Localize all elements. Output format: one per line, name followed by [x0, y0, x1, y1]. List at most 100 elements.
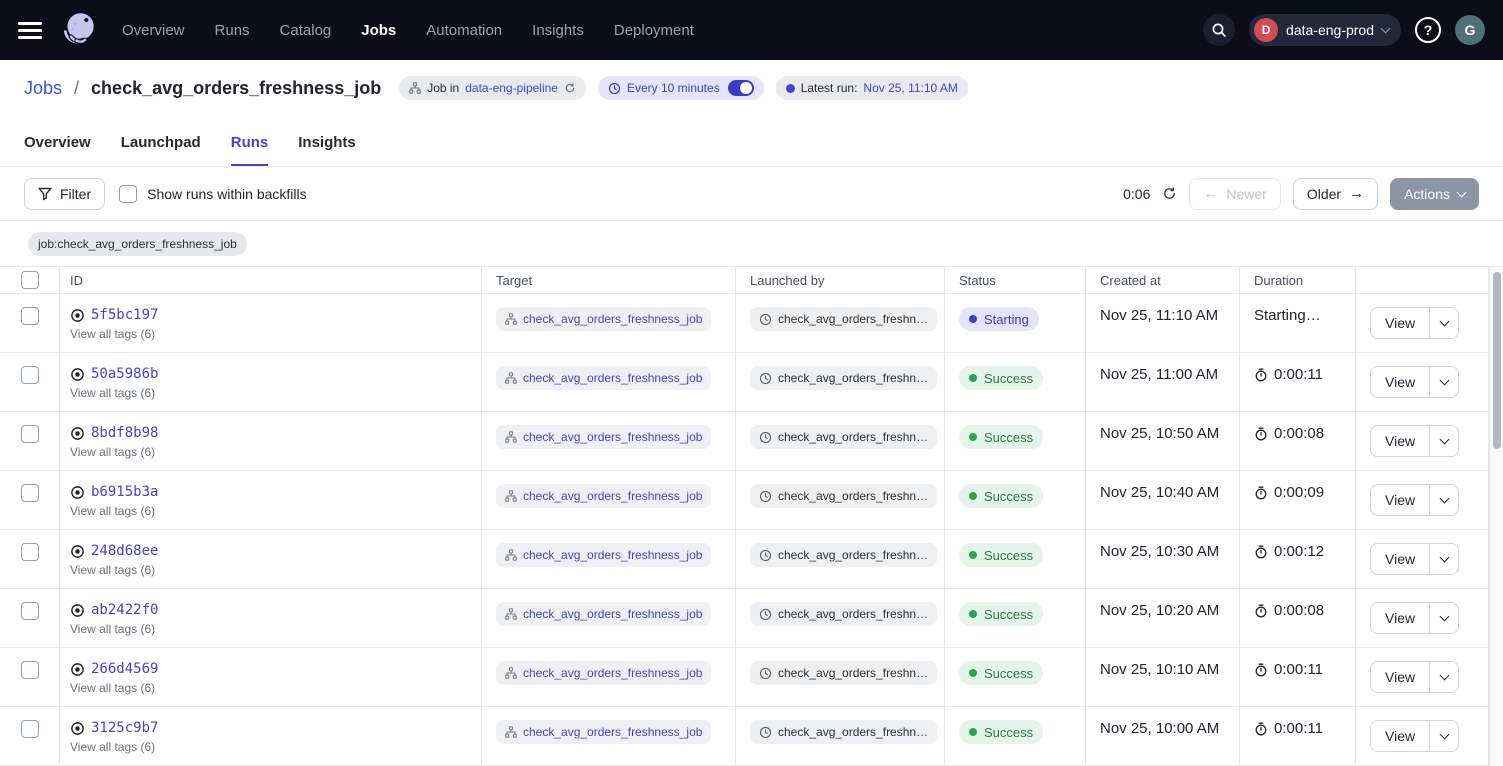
view-dropdown-button[interactable]: [1429, 426, 1458, 456]
filter-button[interactable]: Filter: [24, 178, 105, 210]
view-all-tags-link[interactable]: View all tags (6): [70, 740, 155, 754]
view-run-button[interactable]: View: [1371, 485, 1429, 515]
launched-by-pill[interactable]: check_avg_orders_freshn…: [750, 661, 937, 685]
view-all-tags-link[interactable]: View all tags (6): [70, 681, 155, 695]
run-id-link[interactable]: ab2422f0: [91, 602, 158, 618]
launched-by-pill[interactable]: check_avg_orders_freshn…: [750, 425, 937, 449]
search-icon[interactable]: [1203, 14, 1235, 46]
nav-item-jobs[interactable]: Jobs: [361, 22, 396, 39]
tab-overview[interactable]: Overview: [24, 116, 91, 166]
tab-insights[interactable]: Insights: [298, 116, 356, 166]
row-checkbox[interactable]: [21, 366, 39, 384]
refresh-icon[interactable]: [1162, 186, 1177, 201]
job-hierarchy-icon: [505, 313, 517, 325]
launched-by-pill[interactable]: check_avg_orders_freshn…: [750, 366, 937, 390]
launched-by-pill[interactable]: check_avg_orders_freshn…: [750, 484, 937, 508]
newer-button[interactable]: ← Newer: [1189, 178, 1280, 210]
run-id-link[interactable]: 266d4569: [91, 661, 158, 677]
row-checkbox[interactable]: [21, 661, 39, 679]
row-checkbox[interactable]: [21, 543, 39, 561]
view-dropdown-button[interactable]: [1429, 308, 1458, 338]
view-all-tags-link[interactable]: View all tags (6): [70, 504, 155, 518]
target-pill[interactable]: check_avg_orders_freshness_job: [496, 366, 711, 390]
help-icon[interactable]: ?: [1415, 17, 1441, 43]
nav-item-overview[interactable]: Overview: [122, 22, 185, 39]
view-all-tags-link[interactable]: View all tags (6): [70, 622, 155, 636]
nav-item-runs[interactable]: Runs: [215, 22, 250, 39]
view-run-button[interactable]: View: [1371, 544, 1429, 574]
run-id-link[interactable]: b6915b3a: [91, 484, 158, 500]
row-checkbox[interactable]: [21, 425, 39, 443]
deployment-switcher[interactable]: D data-eng-prod: [1249, 14, 1401, 46]
run-id-link[interactable]: 50a5986b: [91, 366, 158, 382]
view-all-tags-link[interactable]: View all tags (6): [70, 386, 155, 400]
run-id-link[interactable]: 248d68ee: [91, 543, 158, 559]
run-id-link[interactable]: 5f5bc197: [91, 307, 158, 323]
run-id-link[interactable]: 8bdf8b98: [91, 425, 158, 441]
nav-item-deployment[interactable]: Deployment: [614, 22, 694, 39]
duration-value: 0:00:11: [1254, 661, 1355, 678]
view-run-button[interactable]: View: [1371, 662, 1429, 692]
job-hierarchy-icon: [505, 667, 517, 679]
breadcrumb-jobs-link[interactable]: Jobs: [24, 78, 62, 99]
job-hierarchy-icon: [505, 549, 517, 561]
view-run-button[interactable]: View: [1371, 308, 1429, 338]
view-dropdown-button[interactable]: [1429, 485, 1458, 515]
view-all-tags-link[interactable]: View all tags (6): [70, 327, 155, 341]
duration-value: 0:00:11: [1254, 720, 1355, 737]
row-checkbox[interactable]: [21, 602, 39, 620]
latest-run-link[interactable]: Nov 25, 11:10 AM: [863, 81, 958, 95]
view-all-tags-link[interactable]: View all tags (6): [70, 563, 155, 577]
page-title: check_avg_orders_freshness_job: [91, 78, 381, 99]
launched-by-pill[interactable]: check_avg_orders_freshn…: [750, 720, 937, 744]
target-pill[interactable]: check_avg_orders_freshness_job: [496, 425, 711, 449]
view-dropdown-button[interactable]: [1429, 367, 1458, 397]
view-dropdown-button[interactable]: [1429, 603, 1458, 633]
row-checkbox[interactable]: [21, 484, 39, 502]
target-pill[interactable]: check_avg_orders_freshness_job: [496, 484, 711, 508]
view-dropdown-button[interactable]: [1429, 662, 1458, 692]
launched-by-pill[interactable]: check_avg_orders_freshn…: [750, 307, 937, 331]
target-pill[interactable]: check_avg_orders_freshness_job: [496, 602, 711, 626]
view-all-tags-link[interactable]: View all tags (6): [70, 445, 155, 459]
nav-item-automation[interactable]: Automation: [426, 22, 502, 39]
nav-item-insights[interactable]: Insights: [532, 22, 584, 39]
launched-by-pill[interactable]: check_avg_orders_freshn…: [750, 543, 937, 567]
pipeline-link[interactable]: data-eng-pipeline: [465, 81, 558, 95]
scrollbar-thumb[interactable]: [1493, 272, 1501, 449]
tab-runs[interactable]: Runs: [231, 116, 269, 166]
reload-icon[interactable]: [564, 82, 576, 94]
job-filter-tag[interactable]: job:check_avg_orders_freshness_job: [28, 232, 247, 256]
launched-by-pill[interactable]: check_avg_orders_freshn…: [750, 602, 937, 626]
tab-launchpad[interactable]: Launchpad: [121, 116, 201, 166]
view-dropdown-button[interactable]: [1429, 544, 1458, 574]
hamburger-menu-icon[interactable]: [18, 22, 42, 39]
target-pill[interactable]: check_avg_orders_freshness_job: [496, 661, 711, 685]
user-avatar[interactable]: G: [1455, 15, 1485, 45]
status-dot-icon: [969, 374, 977, 382]
view-run-button[interactable]: View: [1371, 721, 1429, 751]
job-hierarchy-icon: [505, 608, 517, 620]
schedule-clock-icon: [759, 726, 772, 739]
backfills-checkbox[interactable]: [119, 185, 137, 203]
row-checkbox[interactable]: [21, 307, 39, 325]
status-dot-icon: [969, 315, 977, 323]
target-pill[interactable]: check_avg_orders_freshness_job: [496, 307, 711, 331]
older-button[interactable]: Older →: [1293, 178, 1378, 210]
dagster-logo-icon[interactable]: [58, 9, 100, 51]
target-pill[interactable]: check_avg_orders_freshness_job: [496, 720, 711, 744]
select-all-checkbox[interactable]: [21, 271, 39, 289]
actions-button[interactable]: Actions: [1390, 178, 1479, 210]
row-checkbox[interactable]: [21, 720, 39, 738]
backfills-label: Show runs within backfills: [147, 186, 307, 202]
view-run-button[interactable]: View: [1371, 367, 1429, 397]
view-run-button[interactable]: View: [1371, 426, 1429, 456]
created-at-value: Nov 25, 10:20 AM: [1086, 589, 1240, 647]
schedule-toggle[interactable]: [728, 80, 754, 96]
view-run-button[interactable]: View: [1371, 603, 1429, 633]
view-dropdown-button[interactable]: [1429, 721, 1458, 751]
run-id-link[interactable]: 3125c9b7: [91, 720, 158, 736]
run-target-icon: [70, 662, 85, 677]
nav-item-catalog[interactable]: Catalog: [280, 22, 332, 39]
target-pill[interactable]: check_avg_orders_freshness_job: [496, 543, 711, 567]
